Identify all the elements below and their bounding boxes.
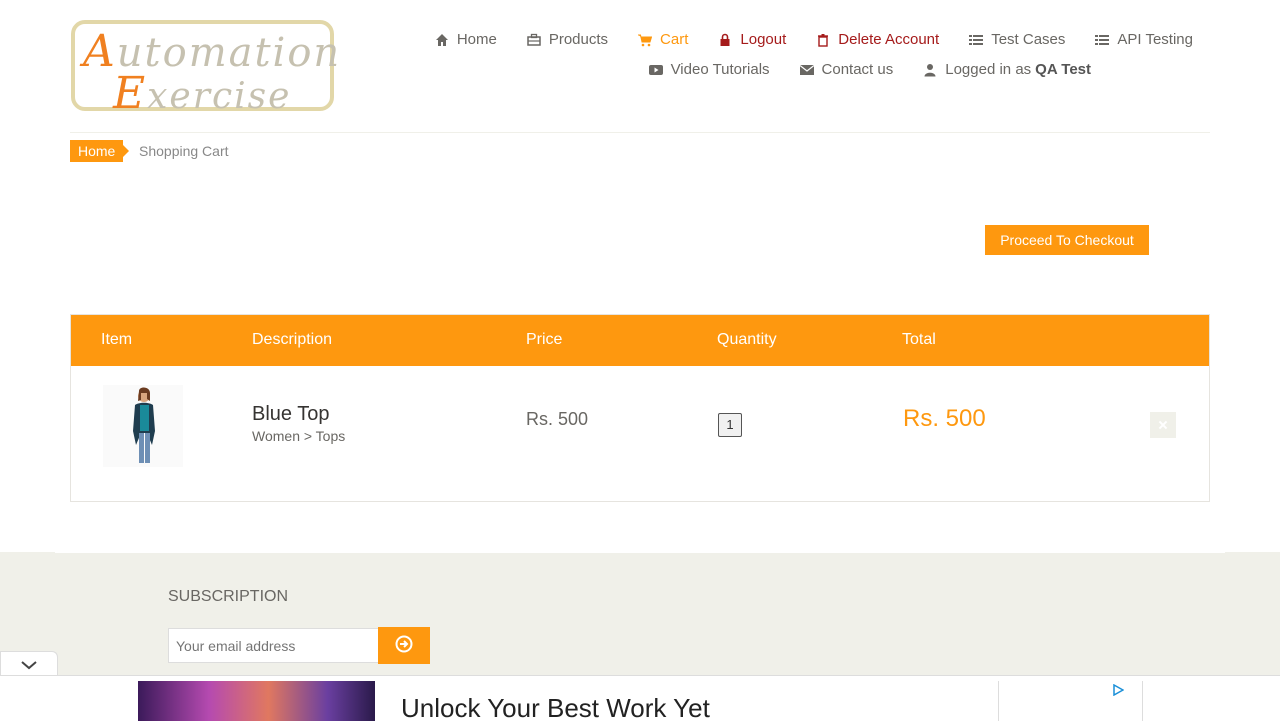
col-description: Description — [252, 331, 333, 348]
product-image[interactable] — [103, 385, 183, 467]
logo-word-2: xercise — [147, 76, 292, 117]
logged-in-username: QA Test — [1035, 61, 1091, 78]
nav-home-label: Home — [456, 31, 497, 48]
subscribe-email-input[interactable] — [168, 628, 379, 663]
nav-video-tutorials-label: Video Tutorials — [670, 61, 770, 78]
nav-test-cases-label: Test Cases — [991, 31, 1066, 48]
ad-collapse-toggle[interactable] — [0, 651, 58, 678]
trash-icon — [818, 33, 829, 47]
list-icon — [969, 34, 984, 45]
main-nav: Home Products Cart Logout Delete Account… — [405, 31, 1193, 48]
logged-in-label: Logged in as — [945, 61, 1032, 78]
nav-products-label: Products — [548, 31, 609, 48]
subscribe-button[interactable] — [378, 627, 430, 664]
ad-divider-right — [1142, 681, 1143, 721]
ad-banner[interactable]: Unlock Your Best Work Yet — [0, 675, 1280, 723]
product-total: Rs. 500 — [903, 405, 986, 432]
envelope-icon — [799, 64, 814, 75]
arrow-circle-right-icon — [395, 635, 413, 653]
col-price: Price — [526, 331, 563, 348]
breadcrumb-home[interactable]: Home — [70, 140, 130, 162]
nav-logged-in[interactable]: Logged in as QA Test — [923, 61, 1091, 78]
nav-delete-account-label: Delete Account — [838, 31, 940, 48]
list-icon — [1095, 34, 1110, 45]
footer-divider — [55, 552, 1225, 553]
nav-cart[interactable]: Cart — [638, 31, 688, 48]
site-logo[interactable]: Automation Exercise — [71, 20, 339, 119]
nav-api-testing[interactable]: API Testing — [1095, 31, 1193, 48]
cart-table-header: Item Description Price Quantity Total — [71, 315, 1209, 366]
nav-products[interactable]: Products — [527, 31, 608, 48]
nav-cart-label: Cart — [660, 31, 689, 48]
nav-home[interactable]: Home — [435, 31, 497, 48]
col-quantity: Quantity — [717, 331, 777, 348]
nav-api-testing-label: API Testing — [1117, 31, 1193, 48]
product-category: Women > Tops — [252, 428, 346, 444]
user-icon — [924, 63, 936, 76]
nav-test-cases[interactable]: Test Cases — [969, 31, 1065, 48]
youtube-icon — [648, 64, 663, 75]
cart-table: Item Description Price Quantity Total Bl… — [70, 314, 1210, 502]
nav-logout[interactable]: Logout — [718, 31, 786, 48]
ad-headline[interactable]: Unlock Your Best Work Yet — [401, 693, 710, 724]
product-name-link[interactable]: Blue Top — [252, 403, 329, 426]
nav-delete-account[interactable]: Delete Account — [816, 31, 939, 48]
site-header: Automation Exercise Home Products Cart L… — [0, 0, 1280, 133]
breadcrumb-current: Shopping Cart — [139, 143, 229, 159]
nav-contact-us[interactable]: Contact us — [799, 61, 894, 78]
header-divider — [70, 132, 1210, 133]
ad-image[interactable] — [138, 681, 375, 721]
nav-logout-label: Logout — [740, 31, 787, 48]
product-quantity: 1 — [718, 413, 742, 437]
lock-icon — [720, 33, 730, 46]
cart-icon — [638, 34, 653, 46]
nav-video-tutorials[interactable]: Video Tutorials — [648, 61, 770, 78]
logo-line-2: Exercise — [113, 68, 292, 119]
product-price: Rs. 500 — [526, 409, 589, 429]
col-total: Total — [902, 331, 936, 348]
nav-contact-us-label: Contact us — [821, 61, 894, 78]
proceed-to-checkout-button[interactable]: Proceed To Checkout — [985, 225, 1149, 255]
col-item: Item — [101, 331, 133, 348]
products-icon — [527, 33, 541, 46]
secondary-nav: Video Tutorials Contact us Logged in as … — [619, 61, 1091, 78]
ad-choices-icon[interactable] — [1112, 684, 1124, 696]
home-icon — [435, 33, 448, 46]
remove-item-button[interactable] — [1150, 412, 1176, 438]
subscription-title: SUBSCRIPTION — [168, 588, 289, 605]
ad-divider — [998, 681, 999, 721]
